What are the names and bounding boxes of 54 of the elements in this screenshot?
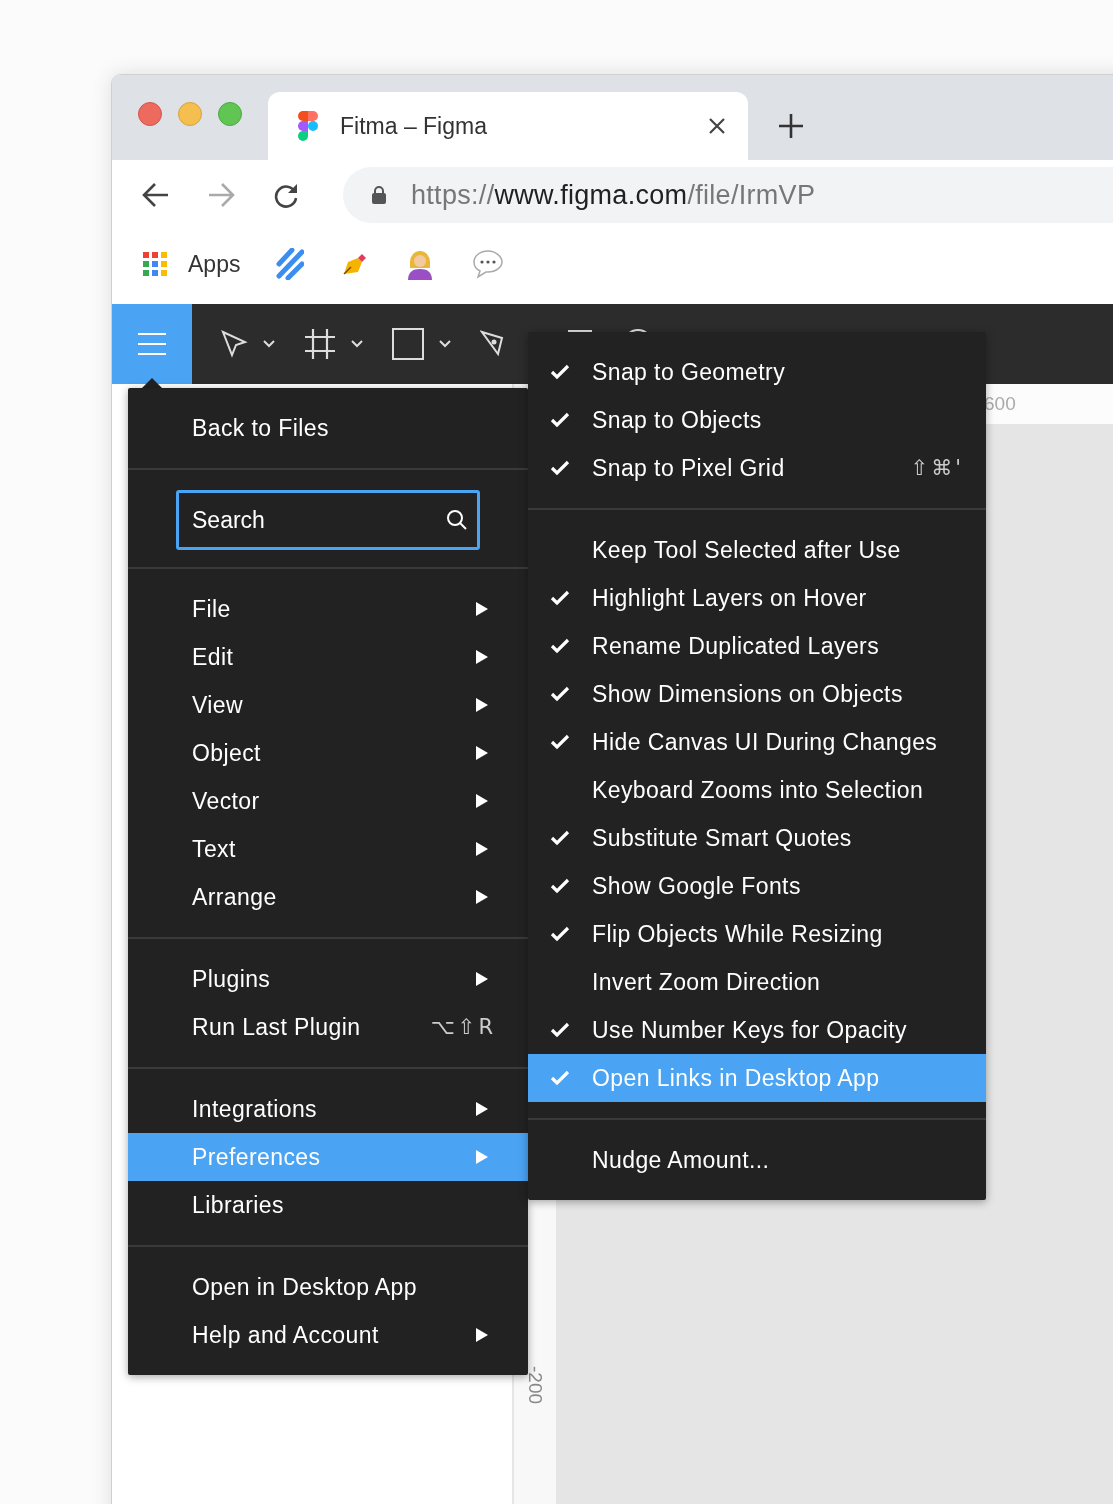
chevron-down-icon[interactable]	[350, 339, 364, 349]
ruler-label: -200	[524, 1366, 546, 1404]
search-field[interactable]: Search	[176, 490, 480, 550]
rectangle-icon[interactable]	[392, 328, 424, 360]
menu-item[interactable]: Text	[128, 825, 528, 873]
menu-item[interactable]: Plugins	[128, 955, 528, 1003]
url-text: https://www.figma.com/file/IrmVP	[411, 179, 816, 211]
address-bar[interactable]: https://www.figma.com/file/IrmVP	[343, 167, 1113, 223]
pen-icon[interactable]	[480, 329, 506, 359]
menu-item[interactable]: Flip Objects While Resizing	[528, 910, 986, 958]
close-icon[interactable]	[708, 117, 726, 135]
close-window-button[interactable]	[138, 101, 162, 126]
menu-item[interactable]: Arrange	[128, 873, 528, 921]
menu-item[interactable]: Edit	[128, 633, 528, 681]
menu-item[interactable]: Libraries	[128, 1181, 528, 1229]
menu-item[interactable]: Object	[128, 729, 528, 777]
back-arrow-icon[interactable]	[142, 182, 170, 208]
menu-item[interactable]: Vector	[128, 777, 528, 825]
search-icon	[446, 509, 468, 531]
menu-icon	[137, 332, 167, 356]
ruler-label: 600	[984, 393, 1016, 415]
menu-item[interactable]: Snap to Objects	[528, 396, 986, 444]
menu-item[interactable]: Highlight Layers on Hover	[528, 574, 986, 622]
menu-item[interactable]: Rename Duplicated Layers	[528, 622, 986, 670]
menu-button[interactable]	[112, 304, 192, 384]
lock-icon	[371, 185, 387, 205]
chevron-down-icon[interactable]	[438, 339, 452, 349]
logo-icon	[298, 111, 318, 141]
menu-item[interactable]: Invert Zoom Direction	[528, 958, 986, 1006]
pointer-icon[interactable]	[220, 329, 248, 359]
menu-item[interactable]: Open in Desktop App	[128, 1263, 528, 1311]
menu-item[interactable]: Show Dimensions on Objects	[528, 670, 986, 718]
menu-item[interactable]: Back to Files	[128, 404, 528, 452]
menu-item[interactable]: Show Google Fonts	[528, 862, 986, 910]
menu-item[interactable]: Snap to Pixel Grid ⇧⌘'	[528, 444, 986, 492]
menu-item[interactable]: Hide Canvas UI During Changes	[528, 718, 986, 766]
apps-grid-icon[interactable]	[142, 251, 168, 277]
menu-item[interactable]: Run Last Plugin ⌥⇧R	[128, 1003, 528, 1051]
menu-item[interactable]: Keep Tool Selected after Use	[528, 526, 986, 574]
menu-item[interactable]: Keyboard Zooms into Selection	[528, 766, 986, 814]
plus-icon[interactable]	[778, 112, 804, 139]
menu-item[interactable]: View	[128, 681, 528, 729]
menu-item[interactable]: File	[128, 585, 528, 633]
menu-item[interactable]: Nudge Amount...	[528, 1136, 986, 1184]
chevron-down-icon[interactable]	[262, 339, 276, 349]
menu-item[interactable]: Use Number Keys for Opacity	[528, 1006, 986, 1054]
menu-item[interactable]: Integrations	[128, 1085, 528, 1133]
browser-tab[interactable]: Fitma – Figma	[268, 92, 748, 160]
menu-item[interactable]: Help and Account	[128, 1311, 528, 1359]
menu-item[interactable]: Snap to Geometry	[528, 348, 986, 396]
stripes-icon[interactable]	[276, 248, 305, 280]
frame-icon[interactable]	[304, 328, 336, 360]
menu-item[interactable]: Substitute Smart Quotes	[528, 814, 986, 862]
bookmark-link[interactable]: Apps	[188, 250, 241, 278]
